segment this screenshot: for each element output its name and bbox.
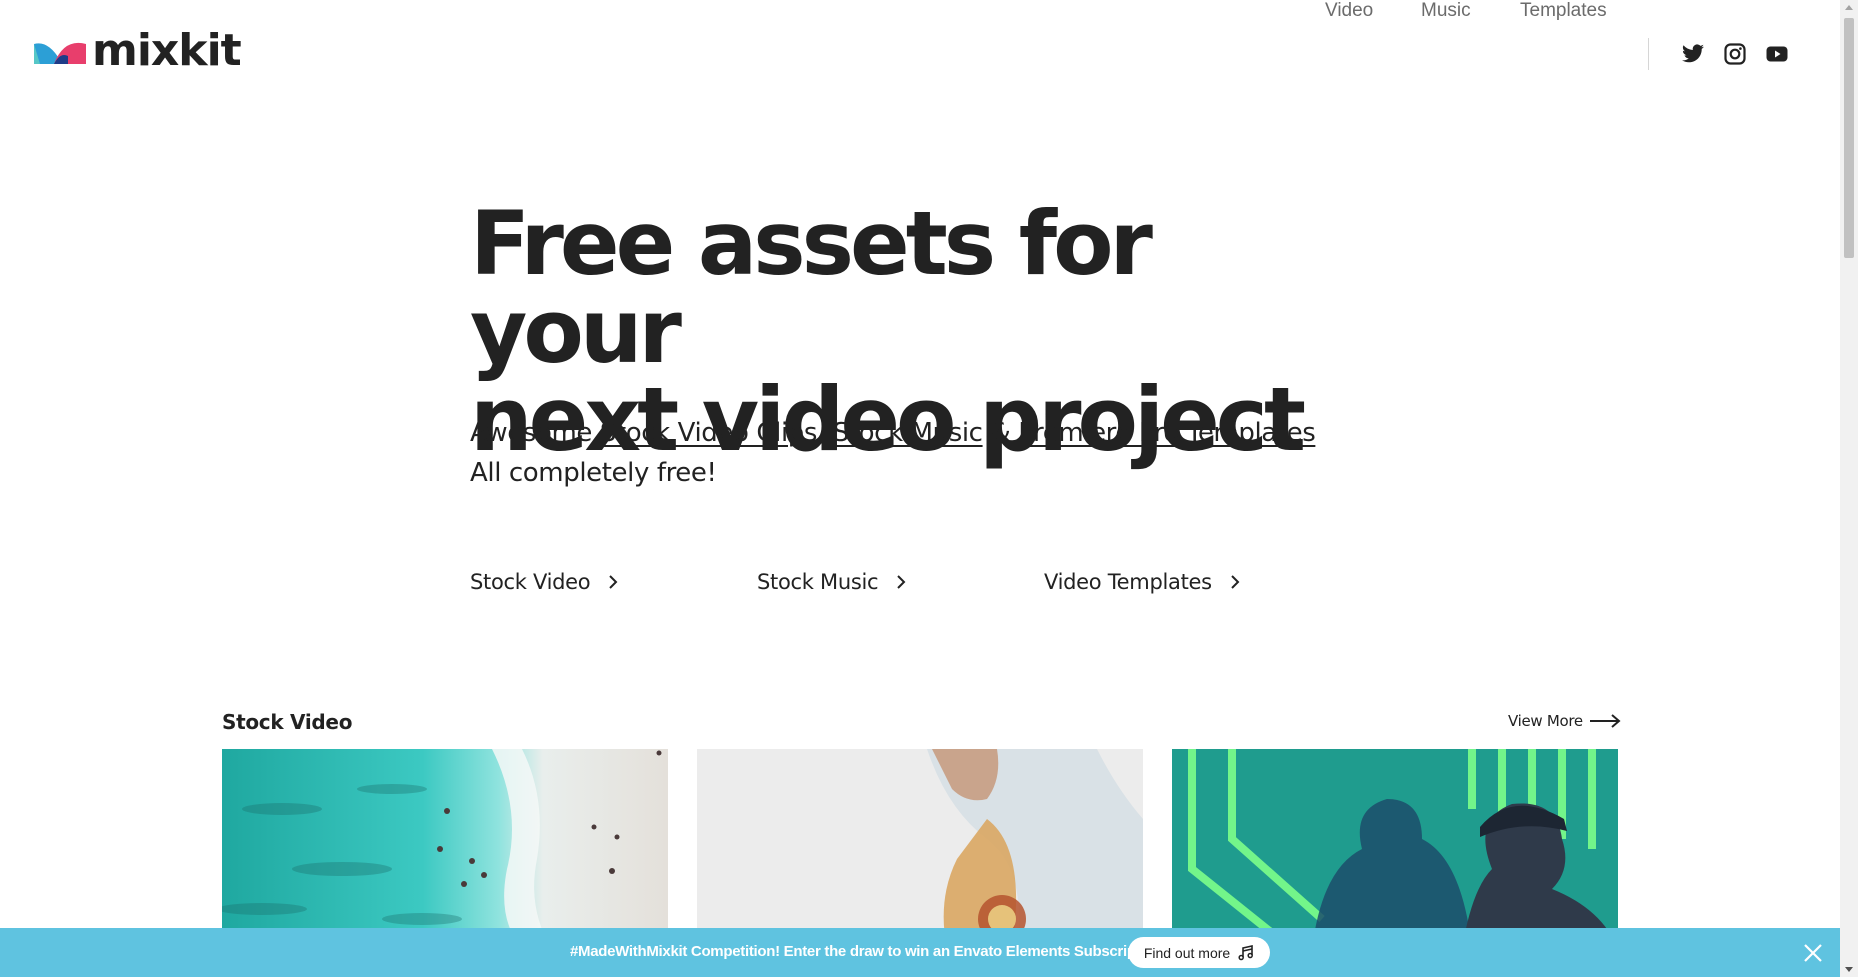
chevron-right-icon — [1231, 575, 1240, 589]
find-out-more-button[interactable]: Find out more — [1128, 937, 1270, 968]
twitter-icon[interactable] — [1681, 42, 1705, 66]
find-out-more-label: Find out more — [1143, 944, 1231, 961]
competition-banner: #MadeWithMixkit Competition! Enter the d… — [0, 928, 1840, 977]
hero-sub-sep2: & — [982, 418, 1019, 448]
mixkit-logo[interactable]: mixkit — [34, 25, 242, 76]
beach-aerial-image — [222, 749, 668, 949]
nav-video[interactable]: Video — [1325, 0, 1373, 22]
view-more-link[interactable]: View More — [1508, 712, 1621, 730]
link-stock-music[interactable]: Stock Music — [833, 418, 983, 448]
scroll-down-arrow-icon[interactable] — [1845, 967, 1853, 972]
scroll-thumb[interactable] — [1844, 18, 1854, 258]
link-stock-video-clips[interactable]: Stock Video Clips — [600, 418, 818, 448]
category-video-templates[interactable]: Video Templates — [1044, 570, 1240, 594]
hero-sub-prefix: Awesome — [470, 418, 600, 448]
section-title-stock-video: Stock Video — [222, 710, 353, 734]
link-premiere-pro-templates[interactable]: Premiere Pro Templates — [1018, 418, 1316, 448]
category-stock-video[interactable]: Stock Video — [470, 570, 618, 594]
youtube-icon[interactable] — [1765, 42, 1789, 66]
category-label: Stock Music — [757, 570, 879, 594]
nav-music[interactable]: Music — [1421, 0, 1471, 22]
category-label: Stock Video — [470, 570, 591, 594]
neon-portrait-image — [1172, 749, 1618, 949]
instagram-icon[interactable] — [1723, 42, 1747, 66]
hero-sub-line2: All completely free! — [470, 458, 717, 488]
video-thumbnail-neon[interactable] — [1172, 749, 1618, 949]
arrow-right-icon — [1589, 714, 1621, 728]
scroll-up-arrow-icon[interactable] — [1845, 5, 1853, 10]
close-icon[interactable] — [1803, 943, 1823, 963]
music-note-icon — [1238, 944, 1254, 960]
logo-wordmark: mixkit — [92, 25, 242, 76]
banner-text: #MadeWithMixkit Competition! Enter the d… — [570, 943, 1166, 960]
chevron-right-icon — [897, 575, 906, 589]
logo-mark-icon — [34, 42, 86, 64]
nav-divider — [1648, 38, 1649, 70]
hero-subtitle: Awesome Stock Video Clips, Stock Music &… — [470, 413, 1316, 493]
hero-sub-sep1: , — [817, 418, 833, 448]
category-stock-music[interactable]: Stock Music — [757, 570, 906, 594]
hero-title-line1: Free assets for your — [470, 192, 1153, 383]
video-thumbnail-beach[interactable] — [222, 749, 668, 949]
page-scrollbar[interactable] — [1840, 0, 1858, 977]
category-label: Video Templates — [1044, 570, 1212, 594]
chevron-right-icon — [609, 575, 618, 589]
site-header: mixkit Video Music Templates — [0, 0, 1840, 112]
view-more-label: View More — [1508, 712, 1583, 730]
nav-templates[interactable]: Templates — [1520, 0, 1607, 22]
man-portrait-image — [697, 749, 1143, 949]
video-thumbnail-man[interactable] — [697, 749, 1143, 949]
